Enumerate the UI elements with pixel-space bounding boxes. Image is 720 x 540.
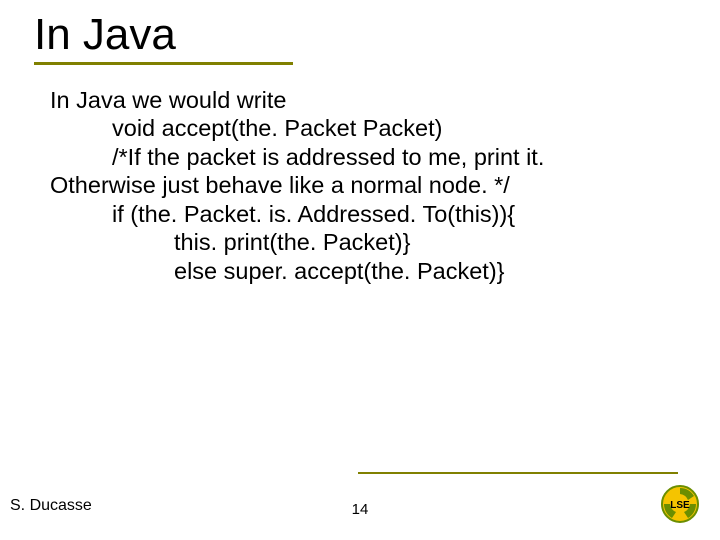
slide-body: In Java we would write void accept(the. …: [50, 86, 670, 285]
title-block: In Java: [34, 10, 293, 65]
body-intro: In Java we would write: [50, 86, 670, 114]
code-line: if (the. Packet. is. Addressed. To(this)…: [50, 200, 670, 228]
code-line: void accept(the. Packet Packet): [50, 114, 670, 142]
code-line: /*If the packet is addressed to me, prin…: [50, 143, 670, 171]
logo-text: LSE: [670, 500, 690, 511]
code-line: this. print(the. Packet)}: [50, 228, 670, 256]
lse-logo-icon: LSE: [658, 482, 702, 526]
author-label: S. Ducasse: [10, 497, 92, 515]
footer-underline: [358, 472, 678, 474]
title-underline: [34, 62, 293, 65]
page-number: 14: [352, 501, 369, 518]
code-line: Otherwise just behave like a normal node…: [50, 171, 670, 199]
slide-title: In Java: [34, 10, 293, 60]
code-line: else super. accept(the. Packet)}: [50, 257, 670, 285]
